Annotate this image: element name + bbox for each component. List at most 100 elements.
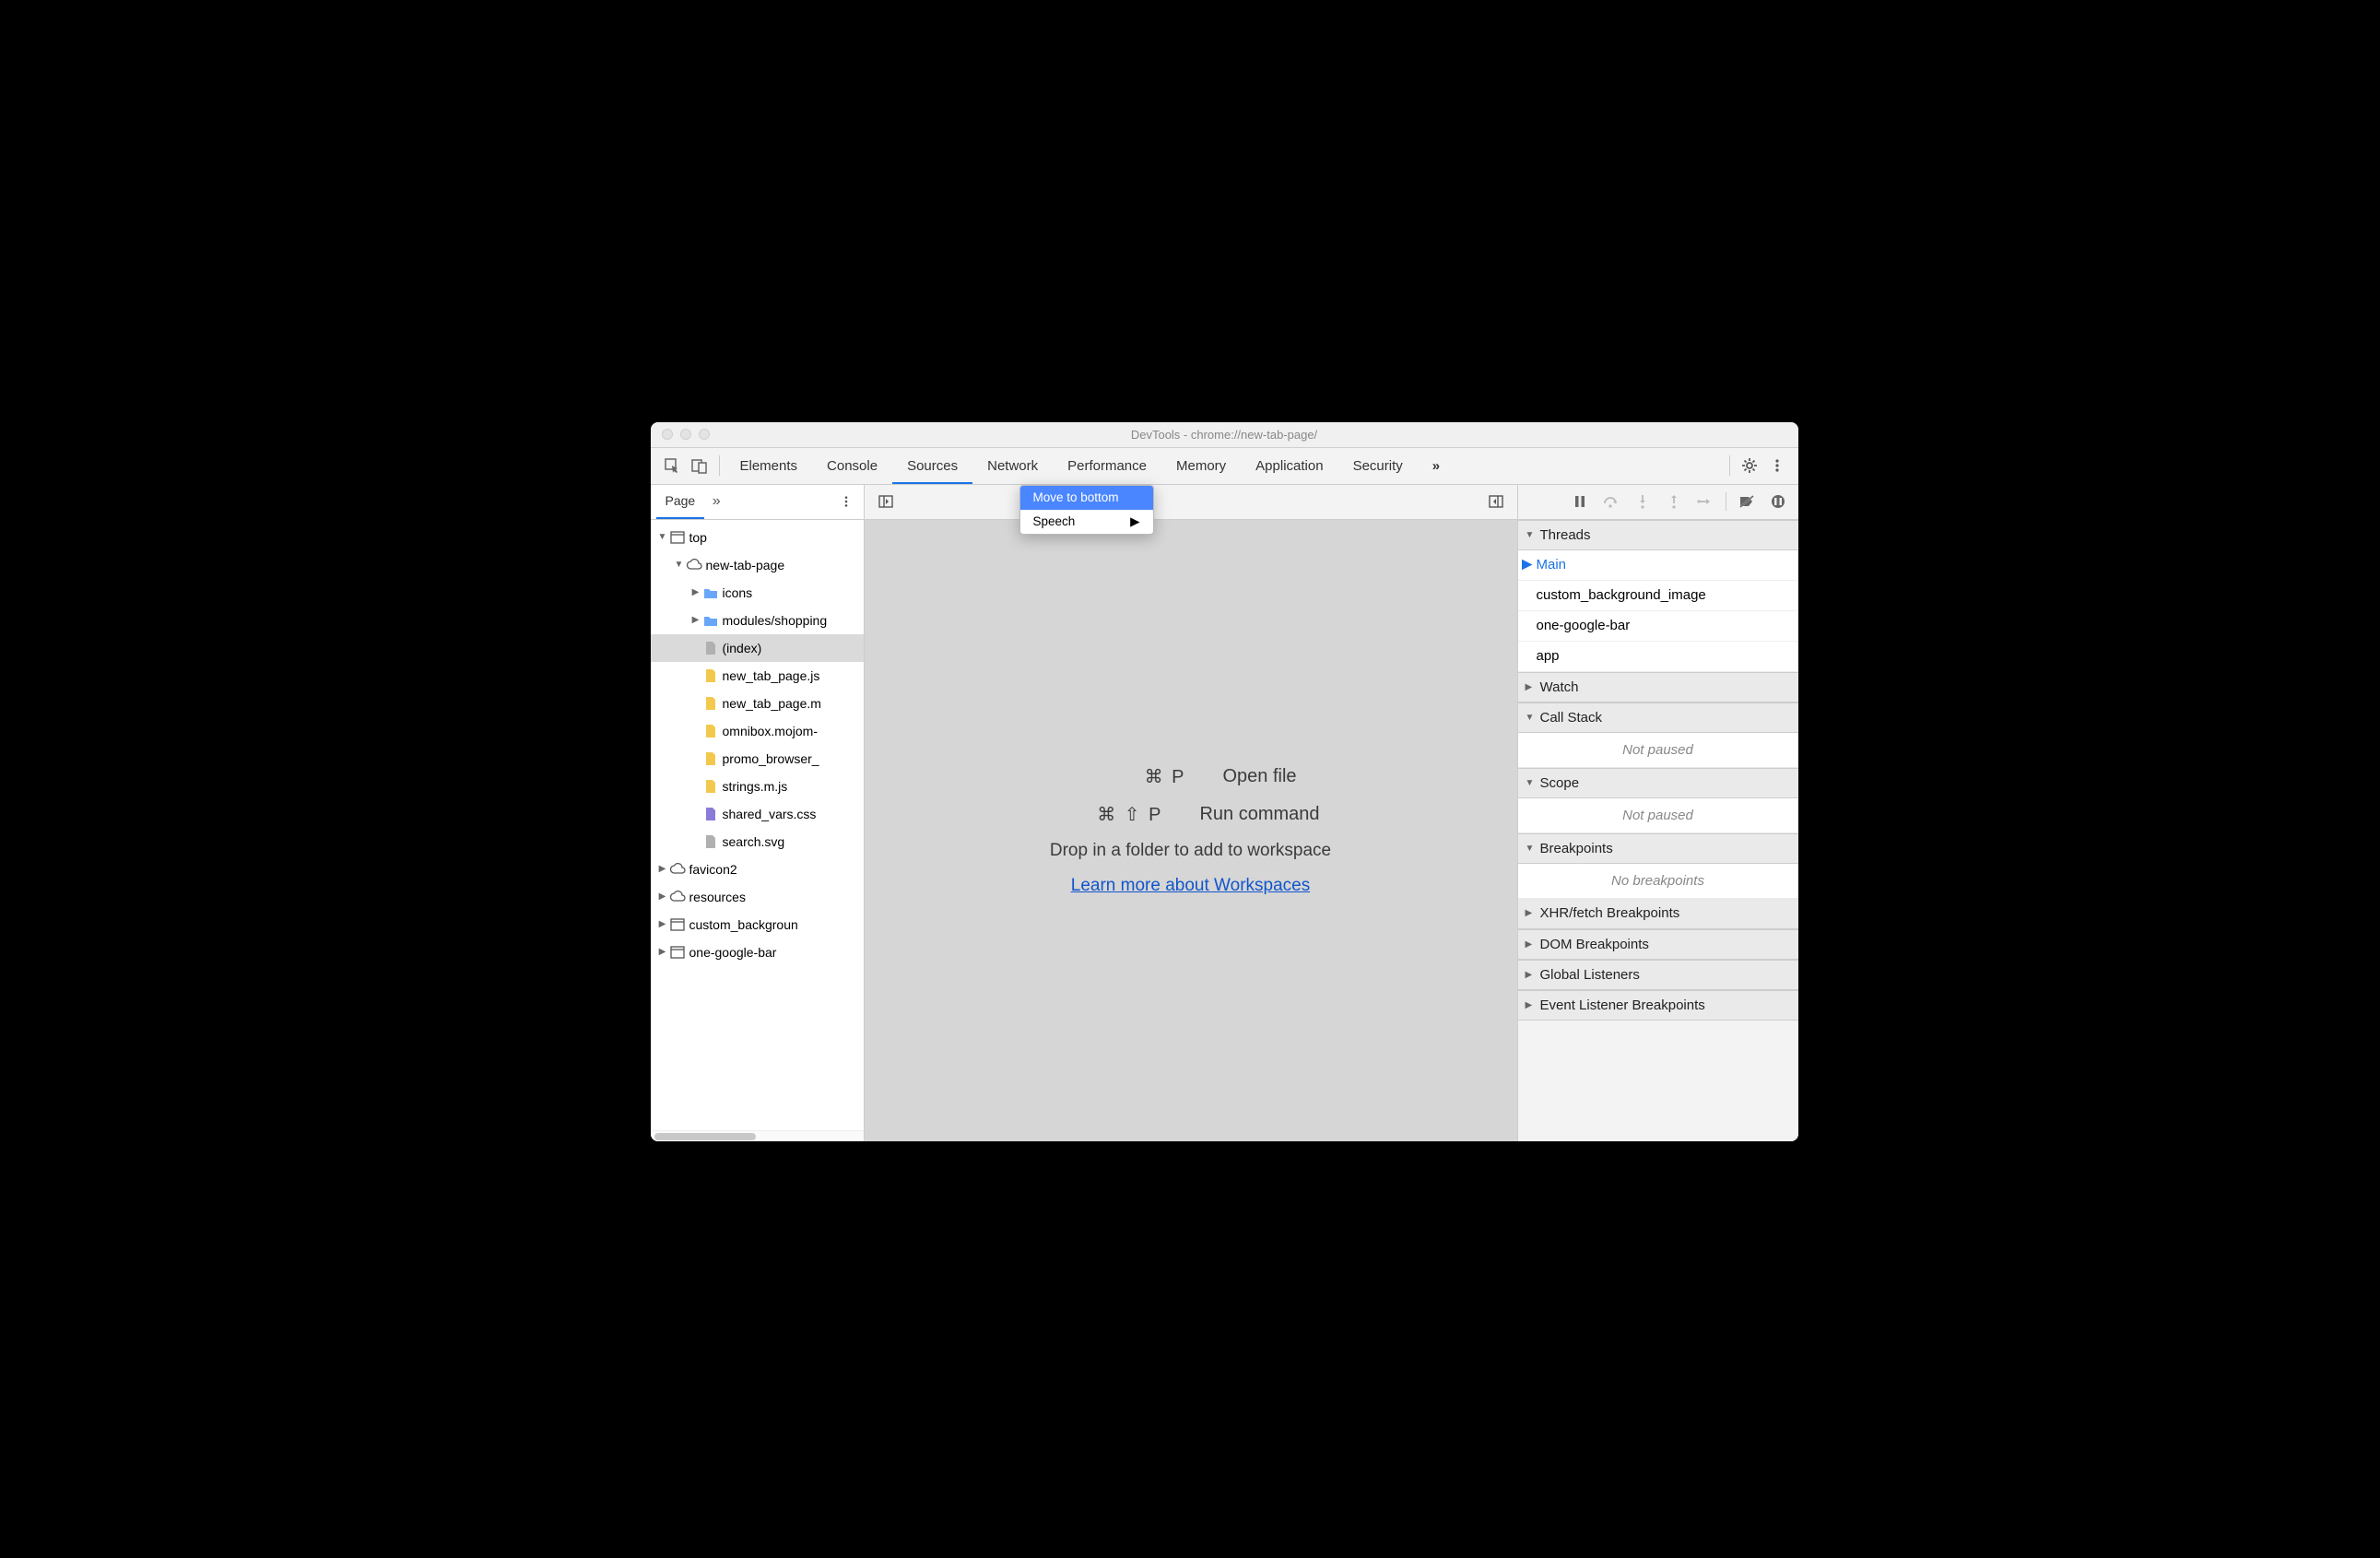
tab-application[interactable]: Application (1241, 448, 1337, 484)
tree-item[interactable]: ▶ icons (651, 579, 864, 607)
inspect-icon[interactable] (658, 452, 686, 479)
tree-item[interactable]: ▶modules/shopping (651, 607, 864, 634)
editor-toolbar (865, 485, 1517, 520)
tree-item-label: shared_vars.css (723, 807, 817, 821)
step-into-icon[interactable] (1628, 489, 1657, 514)
tab-console[interactable]: Console (812, 448, 892, 484)
kebab-menu-icon[interactable] (1763, 452, 1791, 479)
tree-twist-icon: ▶ (689, 587, 702, 597)
file-tree[interactable]: ▼top▼new-tab-page▶icons▶modules/shopping… (651, 520, 864, 1130)
more-nav-tabs-icon[interactable]: » (704, 490, 728, 513)
pause-icon[interactable] (1565, 489, 1595, 514)
more-tabs-icon[interactable]: » (1418, 448, 1455, 484)
navigator-header: Page » (651, 485, 864, 520)
tree-twist-icon: ▶ (656, 947, 669, 957)
zoom-dot[interactable] (699, 429, 710, 440)
tab-elements[interactable]: Elements (725, 448, 813, 484)
thread-item[interactable]: custom_background_image (1518, 581, 1798, 611)
show-navigator-icon[interactable] (872, 488, 900, 515)
section-collapsed[interactable]: ▶Global Listeners (1518, 960, 1798, 990)
tree-twist-icon: ▶ (656, 891, 669, 902)
tab-memory[interactable]: Memory (1161, 448, 1241, 484)
call-stack-empty: Not paused (1518, 733, 1798, 768)
tree-item-label: icons (723, 585, 753, 600)
deactivate-breakpoints-icon[interactable] (1732, 489, 1761, 514)
tree-item-label: resources (689, 890, 746, 904)
content-area: Page » ▼top▼new-tab-page▶icons▶modules/s… (651, 485, 1798, 1141)
thread-item[interactable]: one-google-bar (1518, 611, 1798, 642)
workspaces-learn-more-link[interactable]: Learn more about Workspaces (1071, 876, 1310, 896)
tab-performance[interactable]: Performance (1053, 448, 1161, 484)
file-js-icon (702, 778, 719, 795)
tree-item[interactable]: promo_browser_ (651, 745, 864, 773)
settings-icon[interactable] (1736, 452, 1763, 479)
pause-on-exceptions-icon[interactable] (1763, 489, 1793, 514)
tree-item[interactable]: strings.m.js (651, 773, 864, 800)
tab-network[interactable]: Network (972, 448, 1053, 484)
device-toggle-icon[interactable] (686, 452, 713, 479)
tree-item[interactable]: ▼top (651, 524, 864, 551)
tree-item[interactable]: ▶one-google-bar (651, 938, 864, 966)
tree-item-label: new-tab-page (706, 558, 785, 572)
file-js-icon (702, 695, 719, 712)
panel-tabs: Elements Console Sources Network Perform… (725, 448, 1724, 484)
tab-sources[interactable]: Sources (892, 448, 972, 484)
tree-item-label: (index) (723, 641, 762, 655)
breakpoints-empty: No breakpoints (1518, 864, 1798, 899)
tree-item[interactable]: (index) (651, 634, 864, 662)
close-dot[interactable] (662, 429, 673, 440)
tree-item-label: modules/shopping (723, 613, 828, 628)
scrollbar-track[interactable] (651, 1130, 864, 1141)
tree-item[interactable]: new_tab_page.js (651, 662, 864, 690)
file-cloud-icon (686, 557, 702, 573)
section-call-stack[interactable]: ▼Call Stack (1518, 702, 1798, 733)
tree-item[interactable]: ▼new-tab-page (651, 551, 864, 579)
tree-item[interactable]: ▶ custom_backgroun (651, 911, 864, 938)
tree-twist-icon: ▶ (656, 919, 669, 929)
thread-item[interactable]: app (1518, 642, 1798, 672)
ctx-speech[interactable]: Speech ▶ (1020, 510, 1153, 534)
navigator-menu-icon[interactable] (834, 490, 858, 513)
file-js-icon (702, 723, 719, 739)
scope-empty: Not paused (1518, 798, 1798, 833)
file-cloud-icon (669, 889, 686, 905)
section-collapsed[interactable]: ▶Event Listener Breakpoints (1518, 990, 1798, 1021)
chevron-right-icon: ▶ (1526, 939, 1537, 950)
minimize-dot[interactable] (680, 429, 691, 440)
section-breakpoints[interactable]: ▼Breakpoints (1518, 833, 1798, 864)
step-over-icon[interactable] (1596, 489, 1626, 514)
tree-item[interactable]: ▶ resources (651, 883, 864, 911)
tree-item[interactable]: shared_vars.css (651, 800, 864, 828)
file-css-icon (702, 806, 719, 822)
chevron-right-icon: ▶ (1526, 908, 1537, 918)
step-out-icon[interactable] (1659, 489, 1689, 514)
tree-item[interactable]: search.svg (651, 828, 864, 856)
step-icon[interactable] (1691, 489, 1720, 514)
show-debugger-icon[interactable] (1482, 488, 1510, 515)
file-frame-icon (669, 944, 686, 961)
tree-item-label: custom_backgroun (689, 917, 798, 932)
tree-item-label: new_tab_page.m (723, 696, 821, 711)
ctx-move-to-bottom[interactable]: Move to bottom (1020, 486, 1153, 510)
devtools-window: DevTools - chrome://new-tab-page/ Elemen… (651, 422, 1798, 1141)
tree-item[interactable]: omnibox.mojom- (651, 717, 864, 745)
navigator-tab-page[interactable]: Page (656, 485, 705, 519)
tree-item[interactable]: new_tab_page.m (651, 690, 864, 717)
section-collapsed[interactable]: ▶XHR/fetch Breakpoints (1518, 899, 1798, 929)
section-watch[interactable]: ▶Watch (1518, 672, 1798, 702)
tree-item[interactable]: ▶favicon2 (651, 856, 864, 883)
file-frame-icon (669, 529, 686, 546)
tree-item-label: strings.m.js (723, 779, 788, 794)
tab-security[interactable]: Security (1338, 448, 1418, 484)
section-scope[interactable]: ▼Scope (1518, 768, 1798, 798)
section-collapsed[interactable]: ▶DOM Breakpoints (1518, 929, 1798, 960)
thread-item[interactable]: Main (1518, 550, 1798, 581)
tree-twist-icon: ▼ (656, 532, 669, 542)
scrollbar-thumb[interactable] (654, 1133, 756, 1140)
context-menu: Move to bottom Speech ▶ (1019, 485, 1154, 535)
chevron-right-icon: ▶ (1526, 970, 1537, 980)
ctx-item-label: Speech (1033, 514, 1076, 528)
file-folder-icon (702, 612, 719, 629)
shortcut-keys: ⌘ ⇧ P (1061, 803, 1162, 826)
section-threads[interactable]: ▼Threads (1518, 520, 1798, 550)
